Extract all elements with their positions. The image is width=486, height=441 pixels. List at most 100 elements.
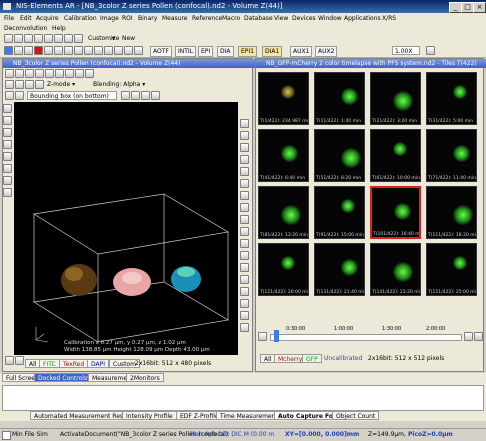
- pan-icon[interactable]: [35, 80, 44, 89]
- menu-measure[interactable]: Measure: [162, 13, 188, 24]
- menu-edit[interactable]: Edit: [20, 13, 32, 24]
- next-icon[interactable]: [15, 356, 24, 365]
- rtool-11-icon[interactable]: [240, 239, 249, 248]
- rtool-5-icon[interactable]: [240, 167, 249, 176]
- menu-reference[interactable]: Reference: [192, 13, 222, 24]
- zoom-in-icon[interactable]: [25, 69, 34, 78]
- open-icon[interactable]: [4, 34, 13, 43]
- tile-thumbnail[interactable]: T(61/422): 10:00 min: [370, 129, 421, 182]
- dock-tab-3[interactable]: 2Monitors: [126, 373, 164, 382]
- menu-x-rs[interactable]: X/RS: [382, 13, 396, 24]
- lower-tab-5[interactable]: Object Count: [332, 411, 380, 420]
- objective-icon[interactable]: [84, 46, 93, 55]
- rtool-10-icon[interactable]: [240, 227, 249, 236]
- live-icon[interactable]: [14, 46, 23, 55]
- rtool-8-icon[interactable]: [240, 203, 249, 212]
- grid-icon[interactable]: [65, 69, 74, 78]
- roi-icon[interactable]: [15, 69, 24, 78]
- lamp-intil[interactable]: INTIL: [175, 46, 197, 57]
- menu-help[interactable]: Help: [52, 24, 66, 33]
- bounding-box-dropdown[interactable]: Bounding box (on bottom): [27, 91, 117, 100]
- tool-6-icon[interactable]: [3, 164, 12, 173]
- stop-icon[interactable]: [34, 46, 43, 55]
- annotation-icon[interactable]: [75, 69, 84, 78]
- tool-5-icon[interactable]: [3, 152, 12, 161]
- timeline-handle[interactable]: [274, 330, 279, 342]
- rtool-7-icon[interactable]: [240, 191, 249, 200]
- lamp-aux1[interactable]: AUX1: [290, 46, 313, 57]
- tile-thumbnail[interactable]: T(101/422): 16:40 min: [370, 186, 421, 239]
- menu-applications[interactable]: Applications: [344, 13, 381, 24]
- rtool-13-icon[interactable]: [240, 263, 249, 272]
- copy-icon[interactable]: [34, 34, 43, 43]
- help-icon[interactable]: [74, 34, 83, 43]
- timeline-play-icon[interactable]: [258, 332, 267, 341]
- shutter-icon[interactable]: [54, 46, 63, 55]
- extra-tool-icon[interactable]: [426, 46, 435, 55]
- menu-calibration[interactable]: Calibration: [64, 13, 97, 24]
- menu-deconvolution[interactable]: Deconvolution: [4, 24, 47, 33]
- rtool-1-icon[interactable]: [240, 119, 249, 128]
- tile-thumbnail[interactable]: T(111/422): 18:20 min: [426, 186, 477, 239]
- view-icon[interactable]: [5, 69, 14, 78]
- snapshot-icon[interactable]: [151, 91, 160, 100]
- stage-icon[interactable]: [74, 46, 83, 55]
- lower-tab-3[interactable]: Time Measurement: [216, 411, 282, 420]
- light-settings-icon[interactable]: [5, 91, 14, 100]
- camera-icon[interactable]: [4, 46, 13, 55]
- dock-tab-1[interactable]: Docked Controls*: [34, 373, 95, 382]
- laser-icon[interactable]: [104, 46, 113, 55]
- lamp-icon[interactable]: [134, 46, 143, 55]
- tile-thumbnail[interactable]: T(81/422): 13:20 min: [258, 186, 309, 239]
- blending-dropdown[interactable]: Blending: Alpha ▾: [93, 80, 145, 89]
- rtool-18-icon[interactable]: [240, 323, 249, 332]
- tool-3-icon[interactable]: [3, 128, 12, 137]
- lamp-epi1[interactable]: EPI1: [238, 46, 257, 57]
- tiles-tab-gfp[interactable]: GFP: [302, 354, 322, 363]
- volume-canvas[interactable]: Calibration x 0.27 μm, y 0.27 μm, z 1.02…: [14, 102, 238, 355]
- volume-icon[interactable]: [5, 80, 14, 89]
- rtool-15-icon[interactable]: [240, 287, 249, 296]
- rtool-9-icon[interactable]: [240, 215, 249, 224]
- tile-thumbnail[interactable]: T(11/422): 1:40 min: [314, 72, 365, 125]
- volume-tab-texred[interactable]: TexRed: [59, 359, 89, 368]
- menu-roi[interactable]: ROI: [122, 13, 133, 24]
- tile-thumbnail[interactable]: T(51/422): 8:20 min: [314, 129, 365, 182]
- export-icon[interactable]: [141, 91, 150, 100]
- chevron-down-icon[interactable]: ▾: [112, 34, 115, 43]
- menu-binary[interactable]: Binary: [138, 13, 157, 24]
- lamp-dia1[interactable]: DIA1: [262, 46, 283, 57]
- lamp-aotf[interactable]: AOTF: [150, 46, 172, 57]
- paste-icon[interactable]: [44, 34, 53, 43]
- tile-thumbnail[interactable]: T(121/422): 20:00 min: [258, 243, 309, 296]
- rtool-4-icon[interactable]: [240, 155, 249, 164]
- tile-thumbnail[interactable]: T(71/422): 11:40 min: [426, 129, 477, 182]
- lamp-dia[interactable]: DIA: [217, 46, 234, 57]
- rtool-12-icon[interactable]: [240, 251, 249, 260]
- tool-8-icon[interactable]: [3, 188, 12, 197]
- save-icon[interactable]: [14, 34, 23, 43]
- rtool-2-icon[interactable]: [240, 131, 249, 140]
- lower-tab-1[interactable]: Intensity Profile: [122, 411, 177, 420]
- tile-thumbnail[interactable]: T(31/422): 5:00 min: [426, 72, 477, 125]
- menu-macro[interactable]: Macro: [222, 13, 240, 24]
- tool-7-icon[interactable]: [3, 176, 12, 185]
- tile-thumbnail[interactable]: T(151/422): 25:00 min: [426, 243, 477, 296]
- timeline-track[interactable]: [270, 334, 462, 341]
- rtool-17-icon[interactable]: [240, 311, 249, 320]
- rotate-icon[interactable]: [25, 80, 34, 89]
- focus-icon[interactable]: [64, 46, 73, 55]
- zmode-dropdown[interactable]: Z-mode ▾: [47, 80, 75, 89]
- menu-database[interactable]: Database: [244, 13, 273, 24]
- tile-thumbnail[interactable]: T(21/422): 3:20 min: [370, 72, 421, 125]
- timeline-loop-icon[interactable]: [474, 332, 483, 341]
- tiles-grid[interactable]: T(1/422): 234.987 msec T(11/422): 1:40 mi…: [258, 72, 483, 324]
- volume-tab-fitc[interactable]: FITC: [39, 359, 60, 368]
- animation-icon[interactable]: [121, 91, 130, 100]
- tool-2-icon[interactable]: [3, 116, 12, 125]
- new-button[interactable]: New: [122, 34, 135, 43]
- slice-icon[interactable]: [15, 80, 24, 89]
- menu-window[interactable]: Window: [318, 13, 342, 24]
- menu-image[interactable]: Image: [100, 13, 119, 24]
- zoom-select[interactable]: 1.00X: [392, 46, 420, 55]
